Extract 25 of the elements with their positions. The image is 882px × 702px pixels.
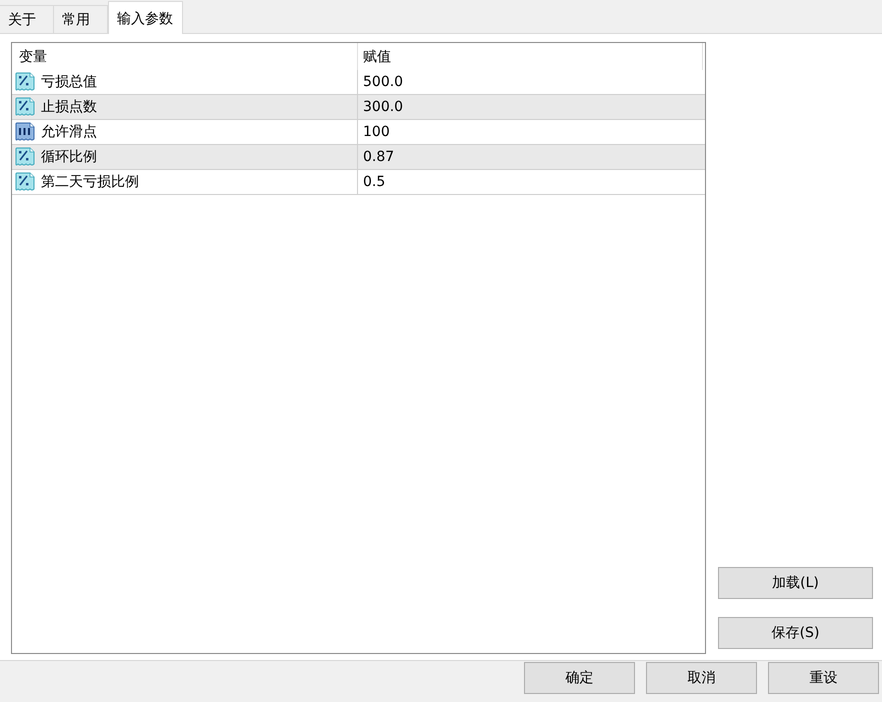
parameter-value: 300.0 [363, 99, 404, 115]
tab[interactable]: 常用 [54, 5, 108, 33]
dialog-button[interactable]: 取消 [646, 662, 757, 694]
parameter-name: 允许滑点 [41, 123, 97, 141]
parameter-name: 循环比例 [41, 148, 97, 166]
number-icon [14, 121, 36, 143]
parameter-name: 第二天亏损比例 [41, 173, 139, 191]
percent-icon [14, 171, 36, 193]
tab[interactable]: 输入参数 [108, 1, 183, 34]
parameter-value: 100 [363, 124, 390, 140]
dialog-button[interactable]: 保存(S) [718, 617, 873, 649]
parameter-name: 亏损总值 [41, 73, 97, 91]
parameter-value: 0.5 [363, 174, 386, 190]
tab[interactable]: 关于 [0, 5, 54, 33]
parameter-name: 止损点数 [41, 98, 97, 116]
column-header: 变量 [19, 48, 47, 66]
parameter-value: 0.87 [363, 149, 394, 165]
percent-icon [14, 96, 36, 118]
percent-icon [14, 71, 36, 93]
parameter-value: 500.0 [363, 74, 404, 90]
dialog-button[interactable]: 重设 [768, 662, 879, 694]
column-header: 赋值 [363, 48, 391, 66]
dialog-button[interactable]: 确定 [524, 662, 635, 694]
percent-icon [14, 146, 36, 168]
dialog-button[interactable]: 加载(L) [718, 567, 873, 599]
